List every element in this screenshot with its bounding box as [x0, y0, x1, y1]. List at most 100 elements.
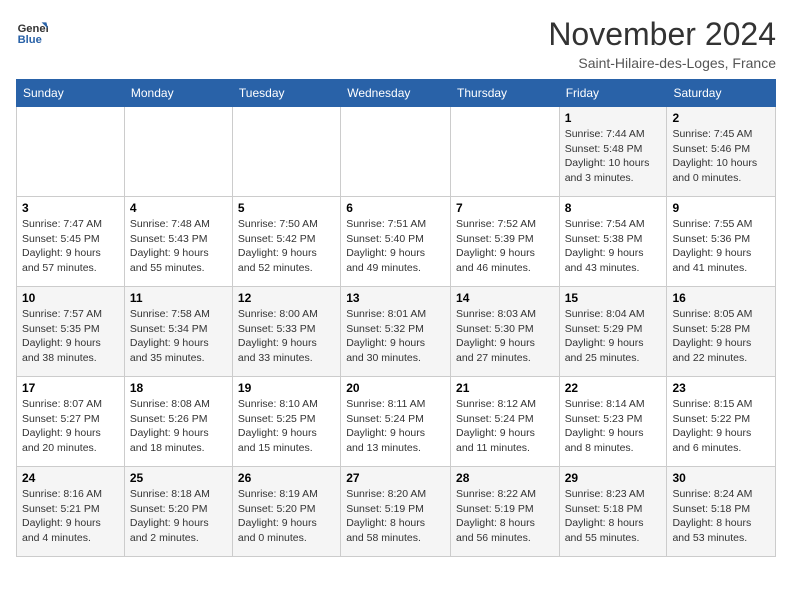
day-cell: 19Sunrise: 8:10 AMSunset: 5:25 PMDayligh… [232, 377, 340, 467]
day-info: Sunrise: 7:58 AMSunset: 5:34 PMDaylight:… [130, 307, 227, 366]
svg-text:Blue: Blue [18, 34, 42, 46]
day-info: Sunrise: 8:04 AMSunset: 5:29 PMDaylight:… [565, 307, 662, 366]
weekday-header-saturday: Saturday [667, 80, 776, 107]
day-number: 9 [672, 201, 770, 215]
day-cell: 10Sunrise: 7:57 AMSunset: 5:35 PMDayligh… [17, 287, 125, 377]
day-cell: 22 Sunrise: 8:14 AMSunset: 5:23 PMDayligh… [559, 377, 667, 467]
day-info: Sunrise: 8:08 AMSunset: 5:26 PMDaylight:… [130, 397, 227, 456]
week-row-4: 17 Sunrise: 8:07 AMSunset: 5:27 PMDayligh… [17, 377, 776, 467]
day-cell: 12 Sunrise: 8:00 AMSunset: 5:33 PMDayligh… [232, 287, 340, 377]
day-cell: 25 Sunrise: 8:18 AMSunset: 5:20 PMDayligh… [124, 467, 232, 557]
day-cell: 29Sunrise: 8:23 AMSunset: 5:18 PMDayligh… [559, 467, 667, 557]
day-number: 16 [672, 291, 770, 305]
day-number: 6 [346, 201, 445, 215]
day-number: 7 [456, 201, 554, 215]
day-info: Sunrise: 7:51 AMSunset: 5:40 PMDaylight:… [346, 217, 445, 276]
day-cell: 24 Sunrise: 8:16 AMSunset: 5:21 PMDayligh… [17, 467, 125, 557]
day-number: 5 [238, 201, 335, 215]
day-cell: 20 Sunrise: 8:11 AMSunset: 5:24 PMDayligh… [341, 377, 451, 467]
day-number: 24 [22, 471, 119, 485]
day-cell: 13 Sunrise: 8:01 AMSunset: 5:32 PMDayligh… [341, 287, 451, 377]
day-number: 11 [130, 291, 227, 305]
day-info: Sunrise: 7:48 AMSunset: 5:43 PMDaylight:… [130, 217, 227, 276]
day-number: 13 [346, 291, 445, 305]
day-cell [341, 107, 451, 197]
day-cell: 16 Sunrise: 8:05 AMSunset: 5:28 PMDayligh… [667, 287, 776, 377]
day-cell: 15 Sunrise: 8:04 AMSunset: 5:29 PMDayligh… [559, 287, 667, 377]
week-row-1: 1Sunrise: 7:44 AMSunset: 5:48 PMDaylight… [17, 107, 776, 197]
day-number: 19 [238, 381, 335, 395]
day-cell: 26 Sunrise: 8:19 AMSunset: 5:20 PMDayligh… [232, 467, 340, 557]
calendar-table: SundayMondayTuesdayWednesdayThursdayFrid… [16, 79, 776, 557]
day-info: Sunrise: 8:16 AMSunset: 5:21 PMDaylight:… [22, 487, 119, 546]
day-cell: 18 Sunrise: 8:08 AMSunset: 5:26 PMDayligh… [124, 377, 232, 467]
day-info: Sunrise: 8:22 AMSunset: 5:19 PMDaylight:… [456, 487, 554, 546]
month-title: November 2024 [548, 16, 776, 53]
day-number: 14 [456, 291, 554, 305]
svg-text:General: General [18, 23, 48, 35]
day-cell: 28 Sunrise: 8:22 AMSunset: 5:19 PMDayligh… [451, 467, 560, 557]
day-cell: 2Sunrise: 7:45 AMSunset: 5:46 PMDaylight… [667, 107, 776, 197]
day-cell: 5 Sunrise: 7:50 AMSunset: 5:42 PMDaylight… [232, 197, 340, 287]
day-number: 25 [130, 471, 227, 485]
day-info: Sunrise: 8:19 AMSunset: 5:20 PMDaylight:… [238, 487, 335, 546]
day-number: 28 [456, 471, 554, 485]
day-cell: 23 Sunrise: 8:15 AMSunset: 5:22 PMDayligh… [667, 377, 776, 467]
day-info: Sunrise: 8:00 AMSunset: 5:33 PMDaylight:… [238, 307, 335, 366]
day-cell: 9 Sunrise: 7:55 AMSunset: 5:36 PMDaylight… [667, 197, 776, 287]
day-info: Sunrise: 8:05 AMSunset: 5:28 PMDaylight:… [672, 307, 770, 366]
day-info: Sunrise: 8:03 AMSunset: 5:30 PMDaylight:… [456, 307, 554, 366]
day-cell: 8Sunrise: 7:54 AMSunset: 5:38 PMDaylight… [559, 197, 667, 287]
day-number: 21 [456, 381, 554, 395]
day-number: 15 [565, 291, 662, 305]
day-number: 4 [130, 201, 227, 215]
day-info: Sunrise: 8:11 AMSunset: 5:24 PMDaylight:… [346, 397, 445, 456]
day-cell [124, 107, 232, 197]
day-cell [232, 107, 340, 197]
day-number: 22 [565, 381, 662, 395]
day-info: Sunrise: 8:07 AMSunset: 5:27 PMDaylight:… [22, 397, 119, 456]
weekday-header-tuesday: Tuesday [232, 80, 340, 107]
day-cell [451, 107, 560, 197]
day-number: 29 [565, 471, 662, 485]
day-number: 30 [672, 471, 770, 485]
day-number: 20 [346, 381, 445, 395]
weekday-header-monday: Monday [124, 80, 232, 107]
day-cell: 17 Sunrise: 8:07 AMSunset: 5:27 PMDayligh… [17, 377, 125, 467]
day-cell: 4 Sunrise: 7:48 AMSunset: 5:43 PMDaylight… [124, 197, 232, 287]
day-cell: 7Sunrise: 7:52 AMSunset: 5:39 PMDaylight… [451, 197, 560, 287]
day-info: Sunrise: 8:18 AMSunset: 5:20 PMDaylight:… [130, 487, 227, 546]
location: Saint-Hilaire-des-Loges, France [548, 55, 776, 71]
day-cell: 27Sunrise: 8:20 AMSunset: 5:19 PMDayligh… [341, 467, 451, 557]
day-info: Sunrise: 7:50 AMSunset: 5:42 PMDaylight:… [238, 217, 335, 276]
day-number: 3 [22, 201, 119, 215]
day-info: Sunrise: 8:01 AMSunset: 5:32 PMDaylight:… [346, 307, 445, 366]
logo: General Blue [16, 16, 48, 48]
day-number: 1 [565, 111, 662, 125]
day-info: Sunrise: 8:24 AMSunset: 5:18 PMDaylight:… [672, 487, 770, 546]
day-number: 18 [130, 381, 227, 395]
day-info: Sunrise: 8:15 AMSunset: 5:22 PMDaylight:… [672, 397, 770, 456]
day-cell: 3 Sunrise: 7:47 AMSunset: 5:45 PMDaylight… [17, 197, 125, 287]
day-cell [17, 107, 125, 197]
day-cell: 1Sunrise: 7:44 AMSunset: 5:48 PMDaylight… [559, 107, 667, 197]
day-number: 12 [238, 291, 335, 305]
day-cell: 30 Sunrise: 8:24 AMSunset: 5:18 PMDayligh… [667, 467, 776, 557]
day-info: Sunrise: 7:54 AMSunset: 5:38 PMDaylight:… [565, 217, 662, 276]
day-info: Sunrise: 7:47 AMSunset: 5:45 PMDaylight:… [22, 217, 119, 276]
page-header: General Blue November 2024 Saint-Hilaire… [16, 16, 776, 71]
weekday-header-sunday: Sunday [17, 80, 125, 107]
day-cell: 6 Sunrise: 7:51 AMSunset: 5:40 PMDaylight… [341, 197, 451, 287]
logo-icon: General Blue [16, 16, 48, 48]
day-number: 23 [672, 381, 770, 395]
day-info: Sunrise: 7:55 AMSunset: 5:36 PMDaylight:… [672, 217, 770, 276]
week-row-3: 10Sunrise: 7:57 AMSunset: 5:35 PMDayligh… [17, 287, 776, 377]
weekday-header-row: SundayMondayTuesdayWednesdayThursdayFrid… [17, 80, 776, 107]
day-info: Sunrise: 8:14 AMSunset: 5:23 PMDaylight:… [565, 397, 662, 456]
day-cell: 14 Sunrise: 8:03 AMSunset: 5:30 PMDayligh… [451, 287, 560, 377]
day-info: Sunrise: 8:12 AMSunset: 5:24 PMDaylight:… [456, 397, 554, 456]
day-number: 17 [22, 381, 119, 395]
day-info: Sunrise: 7:45 AMSunset: 5:46 PMDaylight:… [672, 127, 770, 186]
day-cell: 11 Sunrise: 7:58 AMSunset: 5:34 PMDayligh… [124, 287, 232, 377]
day-number: 26 [238, 471, 335, 485]
